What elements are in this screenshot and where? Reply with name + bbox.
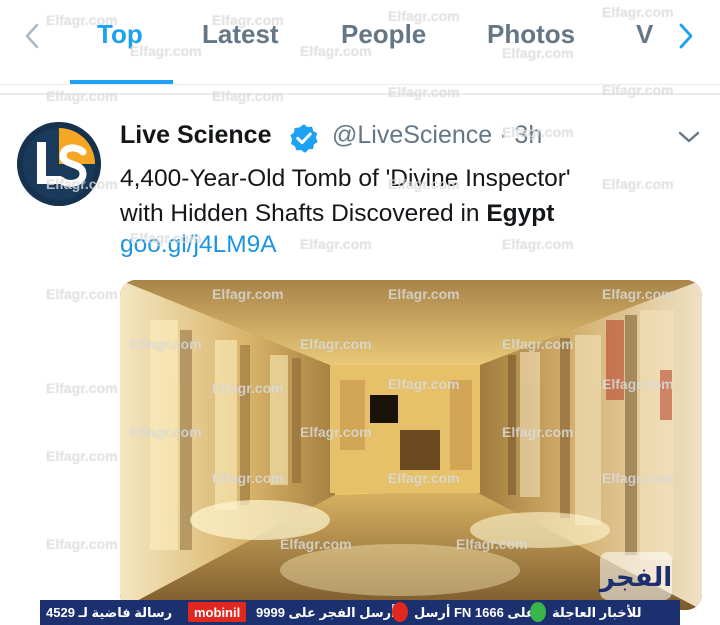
tab-videos[interactable]: V <box>636 19 653 50</box>
watermark-text: Elfagr.com <box>388 84 460 100</box>
ticker-item-5: رسالة فاضية لـ 4529 <box>46 605 173 620</box>
tab-people[interactable]: People <box>341 19 426 50</box>
tweet-text-line1: 4,400-Year-Old Tomb of 'Divine Inspector… <box>120 165 571 192</box>
tweet-text-part2: with Hidden Shafts Discovered in <box>120 200 487 227</box>
tab-top[interactable]: Top <box>97 19 143 50</box>
elfagr-logo: الفجر <box>594 548 678 604</box>
tab-latest[interactable]: Latest <box>202 19 279 50</box>
watermark-text: Elfagr.com <box>46 88 118 104</box>
ticker-item-3: أرسل الفجر على 9999 <box>256 605 396 620</box>
chevron-down-icon[interactable] <box>676 126 702 148</box>
dot-separator: · <box>499 121 508 149</box>
watermark-text: Elfagr.com <box>46 380 118 396</box>
tab-divider <box>0 84 720 85</box>
live-science-logo[interactable] <box>17 122 101 206</box>
search-tab-bar: Top Latest People Photos V <box>0 0 720 84</box>
chevron-right-icon[interactable] <box>674 18 698 54</box>
verified-badge-icon <box>290 124 318 153</box>
tweet-handle-time[interactable]: @LiveScience · 3h <box>332 121 542 150</box>
tweet-text: 4,400-Year-Old Tomb of 'Divine Inspector… <box>120 161 700 231</box>
tweet-handle[interactable]: @LiveScience <box>332 121 492 149</box>
etisalat-icon <box>530 602 546 622</box>
tweet-text-bold: Egypt <box>486 200 555 227</box>
watermark-text: Elfagr.com <box>46 286 118 302</box>
watermark-text: Elfagr.com <box>46 536 118 552</box>
watermark-text: Elfagr.com <box>300 236 372 252</box>
section-divider <box>0 93 720 95</box>
tweet-link[interactable]: goo.gl/j4LM9A <box>120 231 277 259</box>
ticker-item-2: أرسل FN على 1666 <box>414 605 535 620</box>
ticker-item-4: mobinil <box>194 605 241 620</box>
logo-text: الفجر <box>598 563 672 593</box>
tweet-text-line2: with Hidden Shafts Discovered in Egypt <box>120 196 700 231</box>
vodafone-icon <box>392 602 408 622</box>
watermark-text: Elfagr.com <box>212 88 284 104</box>
watermark-text: Elfagr.com <box>502 236 574 252</box>
tweet-author-name[interactable]: Live Science <box>120 121 271 150</box>
news-ticker: رسالة فاضية لـ 4529 mobinil أرسل الفجر ع… <box>40 600 680 625</box>
tab-photos[interactable]: Photos <box>487 19 575 50</box>
chevron-left-icon[interactable] <box>20 18 44 54</box>
ticker-item-1: للأخبار العاجلة <box>552 605 642 620</box>
watermark-text: Elfagr.com <box>46 448 118 464</box>
tweet-time[interactable]: 3h <box>514 121 542 149</box>
